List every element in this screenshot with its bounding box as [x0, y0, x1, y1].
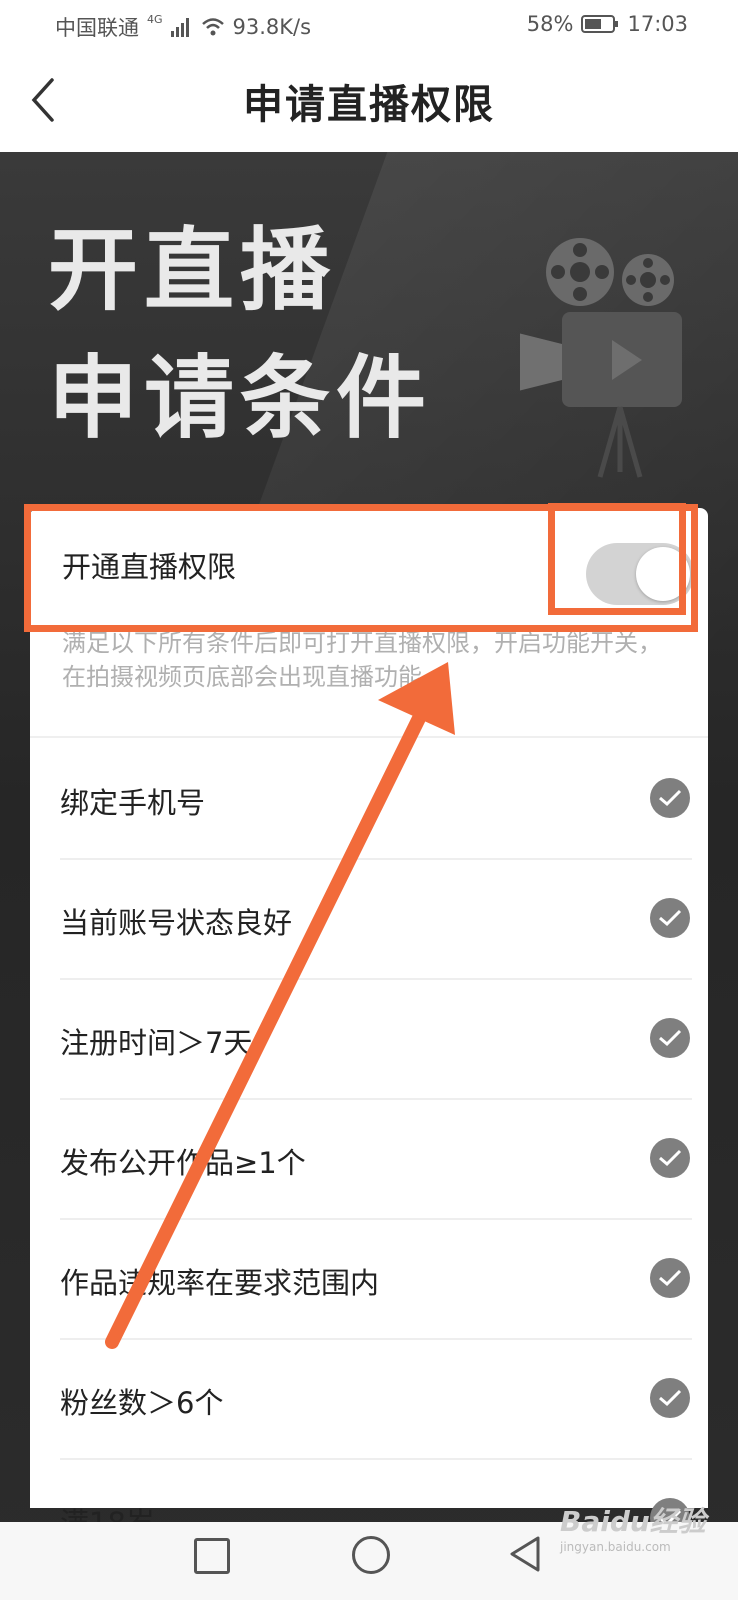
battery-percent: 58%: [526, 12, 574, 36]
toggle-knob: [636, 547, 690, 601]
hero-title-line2: 申请条件: [48, 346, 432, 451]
battery-icon: [581, 15, 619, 33]
check-icon: [650, 1138, 690, 1178]
nav-bar: 申请直播权限: [0, 50, 738, 152]
permission-description: 满足以下所有条件后即可打开直播权限，开启功能开关，在拍摄视频页底部会出现直播功能…: [62, 629, 662, 691]
condition-item: 发布公开作品≥1个: [60, 1100, 692, 1220]
check-icon: [650, 1378, 690, 1418]
check-icon: [650, 1258, 690, 1298]
permission-toggle-switch[interactable]: [586, 543, 694, 605]
baidu-watermark: Baidu经验 jingyan.baidu.com: [560, 1500, 706, 1554]
check-icon: [650, 778, 690, 818]
conditions-list: 绑定手机号 当前账号状态良好 注册时间＞7天 发布公开作品≥1个 作品违规率在要…: [60, 740, 692, 1580]
condition-label: 作品违规率在要求范围内: [60, 1266, 380, 1300]
condition-label: 注册时间＞7天: [60, 1026, 253, 1060]
condition-item: 绑定手机号: [60, 740, 692, 860]
condition-label: 当前账号状态良好: [60, 906, 293, 940]
condition-label: 粉丝数＞6个: [60, 1386, 224, 1420]
page-title: 申请直播权限: [243, 82, 495, 128]
carrier-label: 中国联通: [55, 16, 139, 40]
back-triangle-icon[interactable]: [508, 1534, 542, 1574]
status-bar: 中国联通 4G 93.8K/s 58% 17:03: [0, 0, 738, 50]
condition-item: 注册时间＞7天: [60, 980, 692, 1100]
check-icon: [650, 898, 690, 938]
check-icon: [650, 1018, 690, 1058]
watermark-text: Baidu经验: [560, 1505, 706, 1538]
movie-camera-icon: [520, 238, 682, 478]
condition-item: 作品违规率在要求范围内: [60, 1220, 692, 1340]
divider: [30, 736, 708, 738]
hero-title-line1: 开直播: [48, 218, 336, 323]
permission-card: 开通直播权限 满足以下所有条件后即可打开直播权限，开启功能开关，在拍摄视频页底部…: [30, 508, 708, 1580]
signal-icon: [170, 18, 189, 37]
condition-label: 绑定手机号: [60, 786, 206, 820]
recent-apps-icon[interactable]: [194, 1538, 230, 1574]
hero-title: 开直播 申请条件: [48, 207, 432, 463]
network-type: 4G: [147, 12, 163, 26]
clock: 17:03: [627, 12, 688, 36]
home-icon[interactable]: [352, 1536, 390, 1574]
permission-label: 开通直播权限: [62, 550, 237, 584]
status-right: 58% 17:03: [527, 12, 688, 36]
wifi-icon: [201, 18, 224, 36]
condition-item: 当前账号状态良好: [60, 860, 692, 980]
permission-toggle-row: 开通直播权限: [30, 508, 708, 628]
watermark-url: jingyan.baidu.com: [560, 1540, 671, 1554]
status-left: 中国联通 4G 93.8K/s: [55, 12, 311, 42]
condition-label: 发布公开作品≥1个: [60, 1146, 306, 1180]
network-speed: 93.8K/s: [232, 15, 312, 39]
condition-item: 粉丝数＞6个: [60, 1340, 692, 1460]
